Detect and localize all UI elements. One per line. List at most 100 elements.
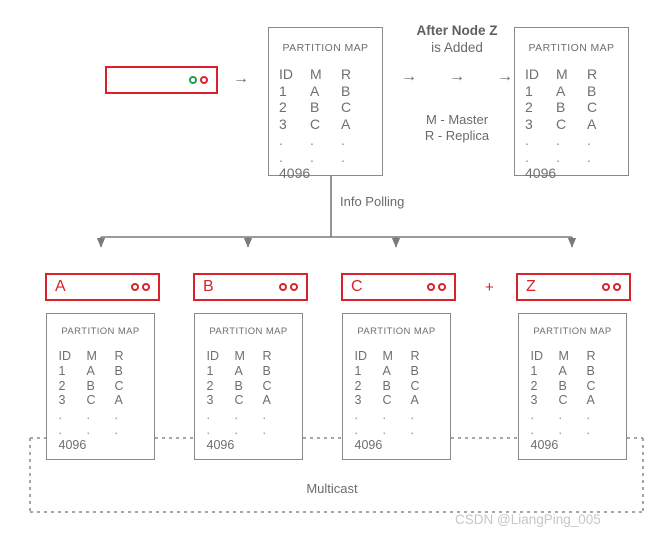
header-r: R [587,66,598,82]
status-dot-red-icon [290,283,298,291]
cell-master: . [558,408,562,422]
cell-id: . [354,422,358,437]
cell-replica: . [586,408,590,422]
cell-master: C [558,393,568,408]
cell-replica: C [586,378,596,393]
status-dot-red-icon [613,283,621,291]
partition-map-node-a: PARTITION MAP ID M R 1 A B 2 B C 3 C A .… [46,313,155,460]
table-row: 3 C A [355,393,439,408]
partition-count: 4096 [279,165,311,182]
node-z-status-dots [602,283,621,291]
cell-master: A [382,363,391,378]
cell-id: 1 [206,363,214,378]
cell-replica: C [587,99,598,116]
table-row-ellipsis: . . . [59,408,143,423]
cell-replica: . [410,408,414,422]
cell-master: . [382,422,386,437]
cell-replica: B [262,363,271,378]
after-node-title: After Node Z [416,23,498,38]
table-row-total: 4096 [59,438,143,453]
cell-id: . [279,148,283,165]
partition-map-title: PARTITION MAP [282,42,369,54]
cell-id: 3 [530,393,538,408]
table-row-ellipsis: . . . [355,423,439,438]
table-header-row: ID M R [355,349,439,364]
cell-master: C [86,393,96,408]
cell-replica: B [341,82,351,99]
transition-arrow-3-icon: → [497,68,513,85]
header-r: R [262,349,272,363]
cell-replica: . [587,132,591,149]
partition-map-after: PARTITION MAP ID M R 1 A B 2 B C 3 C A .… [514,27,629,181]
header-r: R [114,349,124,363]
cell-id: . [354,408,358,422]
cell-replica: C [262,378,272,393]
partition-map-title: PARTITION MAP [533,326,612,337]
cell-replica: . [410,422,414,437]
node-box-c[interactable]: C [341,273,456,301]
cell-id: 1 [530,363,538,378]
table-row: 2 B C [531,379,615,394]
table-row: 2 B C [279,99,372,116]
table-header-row: ID M R [59,349,143,364]
table-row: 3 C A [279,116,372,133]
cell-id: . [206,408,210,422]
cell-id: . [58,422,62,437]
header-r: R [410,349,420,363]
header-r: R [341,66,352,82]
cell-master: C [310,115,321,132]
node-c-status-dots [427,283,446,291]
status-dot-red-icon [200,76,208,84]
table-row-ellipsis: . . . [59,423,143,438]
node-box-a[interactable]: A [45,273,160,301]
node-box-z[interactable]: Z [516,273,631,301]
partition-map-table: ID M R 1 A B 2 B C 3 C A . . . . . . 409… [279,66,372,182]
partition-count: 4096 [206,437,235,452]
cell-master: C [234,393,244,408]
cell-id: . [530,422,534,437]
header-m: M [556,66,568,82]
cell-master: . [310,132,314,149]
header-m: M [310,66,322,82]
header-m: M [234,349,245,363]
multicast-label: Multicast [306,481,358,496]
watermark: CSDN @LiangPing_005 [455,512,601,527]
partition-map-title: PARTITION MAP [528,42,615,54]
cell-id: 2 [354,378,362,393]
cell-master: A [556,82,566,99]
cell-id: . [525,132,529,149]
cell-id: 1 [525,82,533,99]
node-label-c: C [351,278,363,295]
info-polling-label: Info Polling [340,194,405,209]
partition-map-table: ID M R 1 A B 2 B C 3 C A . . . . . . 409… [207,349,291,452]
status-dot-green-icon [189,76,197,84]
node-box-b[interactable]: B [193,273,308,301]
cell-master: A [86,363,95,378]
table-header-row: ID M R [207,349,291,364]
cell-master: A [310,82,320,99]
cell-master: B [558,378,567,393]
cell-master: . [310,148,314,165]
cell-id: 2 [525,99,533,116]
table-row: 3 C A [525,116,618,133]
table-row: 2 B C [525,99,618,116]
node-b-status-dots [279,283,298,291]
cell-master: B [556,99,566,116]
partition-map-table: ID M R 1 A B 2 B C 3 C A . . . . . . 409… [59,349,143,452]
cell-id: . [58,408,62,422]
partition-count: 4096 [354,437,383,452]
cell-master: B [234,378,243,393]
transition-arrow-1-icon: → [401,68,417,85]
cell-master: . [556,132,560,149]
legend-replica: R - Replica [424,128,490,143]
cell-id: . [525,148,529,165]
client-box[interactable] [105,66,218,94]
cell-master: B [310,99,320,116]
partition-map-node-b: PARTITION MAP ID M R 1 A B 2 B C 3 C A .… [194,313,303,460]
header-r: R [586,349,596,363]
cell-replica: . [114,408,118,422]
partition-map-node-z: PARTITION MAP ID M R 1 A B 2 B C 3 C A .… [518,313,627,460]
partition-map-title: PARTITION MAP [209,326,288,337]
cell-replica: . [262,408,266,422]
cell-master: B [382,378,391,393]
